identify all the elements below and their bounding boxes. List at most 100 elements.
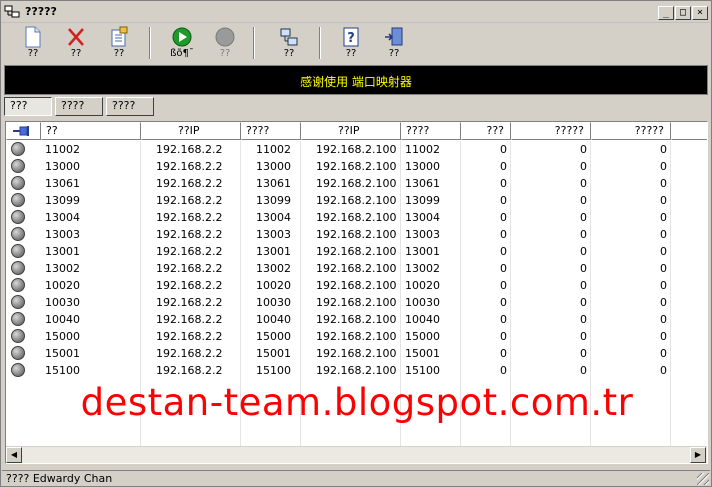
table-cell: 192.168.2.100 [316, 160, 397, 173]
column-header[interactable]: ????? [591, 122, 671, 140]
table-cell: 0 [500, 330, 507, 343]
help-icon: ? [343, 27, 359, 47]
delete-button[interactable]: ?? [58, 25, 94, 63]
table-cell: 10040 [405, 313, 440, 326]
table-cell: 0 [500, 262, 507, 275]
toolbar-separator [149, 27, 151, 59]
table-cell: 192.168.2.2 [156, 194, 223, 207]
table-cell: 0 [580, 296, 587, 309]
column-header[interactable]: ???? [401, 122, 461, 140]
column-header[interactable]: ????? [511, 122, 591, 140]
table-cell: 13004 [405, 211, 440, 224]
table-cell: 0 [580, 279, 587, 292]
table-cell: 0 [500, 160, 507, 173]
tab-3[interactable]: ???? [106, 97, 154, 116]
stop-button[interactable]: ?? [207, 25, 243, 63]
table-cell: 0 [500, 279, 507, 292]
table-cell: 0 [660, 364, 667, 377]
table-row[interactable]: 13061 192.168.2.2 13061 192.168.2.100 13061 0… [6, 175, 706, 192]
table-cell: 13003 [256, 228, 291, 241]
window-title: ????? [25, 5, 57, 18]
table-cell: 192.168.2.2 [156, 262, 223, 275]
status-indicator-icon [11, 329, 25, 343]
table-cell: 13061 [256, 177, 291, 190]
table-row[interactable]: 13003 192.168.2.2 13003 192.168.2.100 13003 0… [6, 226, 706, 243]
table-cell: 0 [580, 211, 587, 224]
title-bar[interactable]: ????? _ □ × [1, 1, 711, 23]
table-row[interactable]: 15001 192.168.2.2 15001 192.168.2.100 15001 0… [6, 345, 706, 362]
table-cell: 192.168.2.2 [156, 143, 223, 156]
table-row[interactable]: 15100 192.168.2.2 15100 192.168.2.100 15100 0… [6, 362, 706, 379]
table-cell: 13099 [45, 194, 80, 207]
new-button[interactable]: ?? [15, 25, 51, 63]
table-cell: 0 [580, 143, 587, 156]
scroll-left-button[interactable]: ◀ [6, 447, 22, 463]
pin-column-header[interactable] [6, 122, 41, 140]
table-cell: 0 [660, 296, 667, 309]
table-cell: 0 [500, 313, 507, 326]
horizontal-scrollbar[interactable]: ◀ ▶ [6, 446, 707, 463]
scroll-right-button[interactable]: ▶ [690, 447, 706, 463]
table-cell: 10030 [405, 296, 440, 309]
table-cell: 0 [500, 177, 507, 190]
column-header[interactable]: ??IP [301, 122, 401, 140]
table-cell: 15001 [405, 347, 440, 360]
column-header[interactable]: ??? [461, 122, 511, 140]
tab-2[interactable]: ???? [55, 97, 103, 116]
table-cell: 15100 [45, 364, 80, 377]
banner-text: 感谢使用 端口映射器 [300, 75, 412, 89]
minimize-button[interactable]: _ [658, 6, 674, 20]
table-cell: 15000 [405, 330, 440, 343]
table-cell: 192.168.2.100 [316, 262, 397, 275]
table-cell: 192.168.2.100 [316, 228, 397, 241]
table-row[interactable]: 10020 192.168.2.2 10020 192.168.2.100 10020 0… [6, 277, 706, 294]
table-row[interactable]: 13000 192.168.2.2 13000 192.168.2.100 13000 0… [6, 158, 706, 175]
network-button[interactable]: ?? [271, 25, 307, 63]
toolbar-separator [319, 27, 321, 59]
table-cell: 0 [660, 177, 667, 190]
table-cell: 192.168.2.2 [156, 245, 223, 258]
table-cell: 13004 [256, 211, 291, 224]
table-cell: 10030 [45, 296, 80, 309]
table-cell: 0 [660, 279, 667, 292]
resize-grip[interactable] [697, 473, 709, 485]
table-row[interactable]: 13004 192.168.2.2 13004 192.168.2.100 13004 0… [6, 209, 706, 226]
table-cell: 192.168.2.100 [316, 313, 397, 326]
table-row[interactable]: 13002 192.168.2.2 13002 192.168.2.100 13002 0… [6, 260, 706, 277]
status-indicator-icon [11, 227, 25, 241]
table-row[interactable]: 10040 192.168.2.2 10040 192.168.2.100 10040 0… [6, 311, 706, 328]
column-header[interactable]: ??IP [141, 122, 241, 140]
table-cell: 192.168.2.2 [156, 177, 223, 190]
status-bar: ???? Edwardy Chan [2, 470, 710, 486]
table-cell: 192.168.2.2 [156, 228, 223, 241]
table-cell: 0 [500, 296, 507, 309]
column-header[interactable]: ?? [41, 122, 141, 140]
exit-button[interactable]: ?? [376, 25, 412, 63]
table-row[interactable]: 13099 192.168.2.2 13099 192.168.2.100 13099 0… [6, 192, 706, 209]
close-button[interactable]: × [692, 6, 708, 20]
maximize-button[interactable]: □ [675, 6, 691, 20]
table-cell: 192.168.2.100 [316, 347, 397, 360]
table-cell: 10040 [256, 313, 291, 326]
edit-button[interactable]: ?? [101, 25, 137, 63]
table-row[interactable]: 11002 192.168.2.2 11002 192.168.2.100 11002 0… [6, 141, 706, 158]
column-header[interactable]: ???? [241, 122, 301, 140]
table-row[interactable]: 15000 192.168.2.2 15000 192.168.2.100 15000 0… [6, 328, 706, 345]
tab-1[interactable]: ??? [4, 97, 52, 116]
app-network-icon [4, 5, 20, 19]
help-button[interactable]: ? ?? [333, 25, 369, 63]
table-row[interactable]: 10030 192.168.2.2 10030 192.168.2.100 10030 0… [6, 294, 706, 311]
table-cell: 0 [580, 330, 587, 343]
status-indicator-icon [11, 244, 25, 258]
table-cell: 13000 [405, 160, 440, 173]
table-cell: 192.168.2.2 [156, 313, 223, 326]
table-cell: 11002 [45, 143, 80, 156]
table-row[interactable]: 13001 192.168.2.2 13001 192.168.2.100 13001 0… [6, 243, 706, 260]
table-cell: 13061 [405, 177, 440, 190]
start-button[interactable]: ßõ¶¯ [164, 25, 200, 63]
toolbar-separator [253, 27, 255, 59]
column-header-filler [671, 122, 707, 140]
table-cell: 13000 [45, 160, 80, 173]
table-cell: 192.168.2.2 [156, 211, 223, 224]
status-indicator-icon [11, 176, 25, 190]
